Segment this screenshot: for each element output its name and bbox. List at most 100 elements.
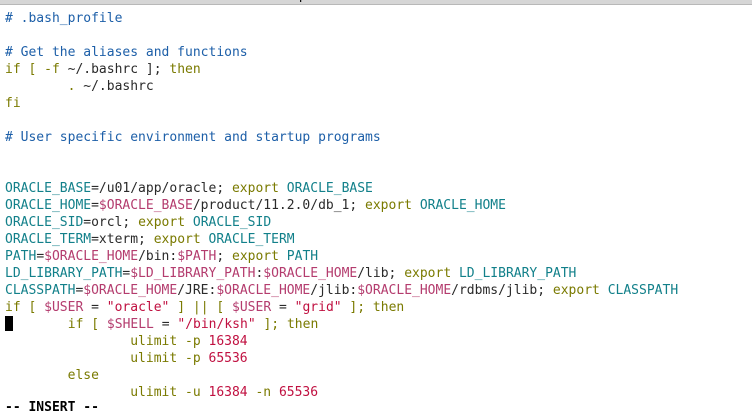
code-token: ulimit -p (5, 334, 209, 349)
code-line: ORACLE_HOME =$ORACLE_BASE/product/11.2.0/… (5, 197, 752, 214)
code-token: CLASSPATH (607, 283, 679, 298)
code-token: = (91, 198, 99, 213)
code-token: /lib; (357, 266, 405, 281)
menu-view[interactable]: View (93, 0, 124, 3)
code-token: CLASSPATH (5, 283, 76, 298)
menu-search[interactable]: Search (142, 0, 187, 3)
code-token: = (36, 249, 45, 264)
code-token: if [ (5, 300, 45, 315)
code-token: ]; (255, 317, 287, 332)
code-line: if [ $USER = "oracle" ] || [ $USER = "gr… (5, 299, 752, 316)
code-token: ORACLE_BASE (286, 181, 373, 196)
code-token: . (5, 79, 84, 94)
code-token: export (153, 232, 209, 247)
code-token: export (365, 198, 420, 213)
code-line: if [ -f ~/.bashrc ]; then (5, 61, 752, 78)
code-token: $ORACLE_HOME (83, 283, 178, 298)
code-line: ORACLE_BASE=/u01/app/oracle; export ORAC… (5, 180, 752, 197)
code-line: . ~/.bashrc (5, 78, 752, 95)
code-token: else (5, 368, 99, 383)
code-token: # User specific environment and startup … (5, 130, 381, 145)
code-token: # Get the aliases and functions (5, 45, 248, 60)
code-token: ulimit -p (5, 351, 209, 366)
code-token: then (286, 317, 319, 332)
code-token: PATH (5, 249, 37, 264)
code-token: = (153, 317, 178, 332)
code-token: export (138, 215, 193, 230)
code-token: export (231, 181, 287, 196)
code-token: = (83, 300, 107, 315)
code-token: ~/.bashrc ]; (67, 62, 170, 77)
code-token: = (271, 300, 295, 315)
code-token: /jlib: (310, 283, 358, 298)
code-token: ulimit -u (5, 385, 209, 400)
code-token: ORACLE_TERM (5, 232, 92, 247)
code-line: PATH=$ORACLE_HOME/bin:$PATH; export PATH (5, 248, 752, 265)
menu-file[interactable]: File (10, 0, 32, 3)
code-line: ORACLE_SID=orcl; export ORACLE_SID (5, 214, 752, 231)
code-token: fi (5, 96, 21, 111)
code-line: if [ $SHELL = "/bin/ksh" ]; then (5, 316, 752, 333)
code-token: =/u01/app/oracle; (91, 181, 232, 196)
code-token: $ORACLE_HOME (216, 283, 311, 298)
code-token: "grid" (294, 300, 342, 315)
code-token: "/bin/ksh" (177, 317, 256, 332)
code-line: fi (5, 95, 752, 112)
code-token: /bin: (138, 249, 178, 264)
code-line: # Get the aliases and functions (5, 44, 752, 61)
code-token: then (372, 300, 405, 315)
code-token: $PATH (177, 249, 217, 264)
code-token: ORACLE_SID (5, 215, 84, 230)
menu-items: File Edit View Search Terminal Help (10, 0, 325, 3)
code-token: ] || [ (169, 300, 233, 315)
code-token: ; (216, 249, 232, 264)
code-token: $USER (232, 300, 272, 315)
code-token: export (552, 283, 608, 298)
code-token: /product/11.2.0/db_1; (192, 198, 366, 213)
code-line: ORACLE_TERM=xterm; export ORACLE_TERM (5, 231, 752, 248)
code-token: $ORACLE_HOME (44, 249, 139, 264)
code-token: ORACLE_HOME (419, 198, 506, 213)
vim-editor[interactable]: # .bash_profile # Get the aliases and fu… (5, 10, 752, 401)
code-token: then (169, 62, 201, 77)
menu-terminal[interactable]: Terminal (204, 0, 259, 3)
code-line: CLASSPATH=$ORACLE_HOME/JRE:$ORACLE_HOME/… (5, 282, 752, 299)
code-token: 16384 (208, 385, 248, 400)
code-token: $ORACLE_HOME (263, 266, 358, 281)
code-token: $LD_LIBRARY_PATH (130, 266, 256, 281)
code-token: ORACLE_BASE (5, 181, 92, 196)
code-line: ulimit -p 65536 (5, 350, 752, 367)
code-token: LD_LIBRARY_PATH (5, 266, 123, 281)
menu-edit[interactable]: Edit (50, 0, 75, 3)
code-token: -n (247, 385, 279, 400)
code-line: ulimit -u 16384 -n 65536 (5, 384, 752, 401)
code-token: /rdbms/jlib; (451, 283, 553, 298)
code-line: # User specific environment and startup … (5, 129, 752, 146)
code-line: LD_LIBRARY_PATH=$LD_LIBRARY_PATH:$ORACLE… (5, 265, 752, 282)
code-token: if [ (13, 317, 107, 332)
code-token: $SHELL (106, 317, 154, 332)
code-token: ORACLE_TERM (208, 232, 295, 247)
text-cursor (5, 316, 13, 331)
code-token: /JRE: (177, 283, 217, 298)
code-token: $ORACLE_HOME (357, 283, 452, 298)
code-token: =xterm; (91, 232, 154, 247)
code-token: ~/.bashrc (83, 79, 154, 94)
code-token: export (232, 249, 287, 264)
code-token: $USER (44, 300, 84, 315)
code-token: ORACLE_SID (192, 215, 272, 230)
code-token: ]; (341, 300, 373, 315)
code-token: 65536 (208, 351, 248, 366)
menu-help[interactable]: Help (277, 0, 307, 3)
code-token: # .bash_profile (5, 11, 123, 26)
code-token: =orcl; (83, 215, 139, 230)
code-token: PATH (286, 249, 319, 264)
code-token: $ORACLE_BASE (98, 198, 193, 213)
code-line: # .bash_profile (5, 10, 752, 27)
mode-status: -- INSERT -- (5, 400, 99, 415)
code-token: LD_LIBRARY_PATH (458, 266, 577, 281)
